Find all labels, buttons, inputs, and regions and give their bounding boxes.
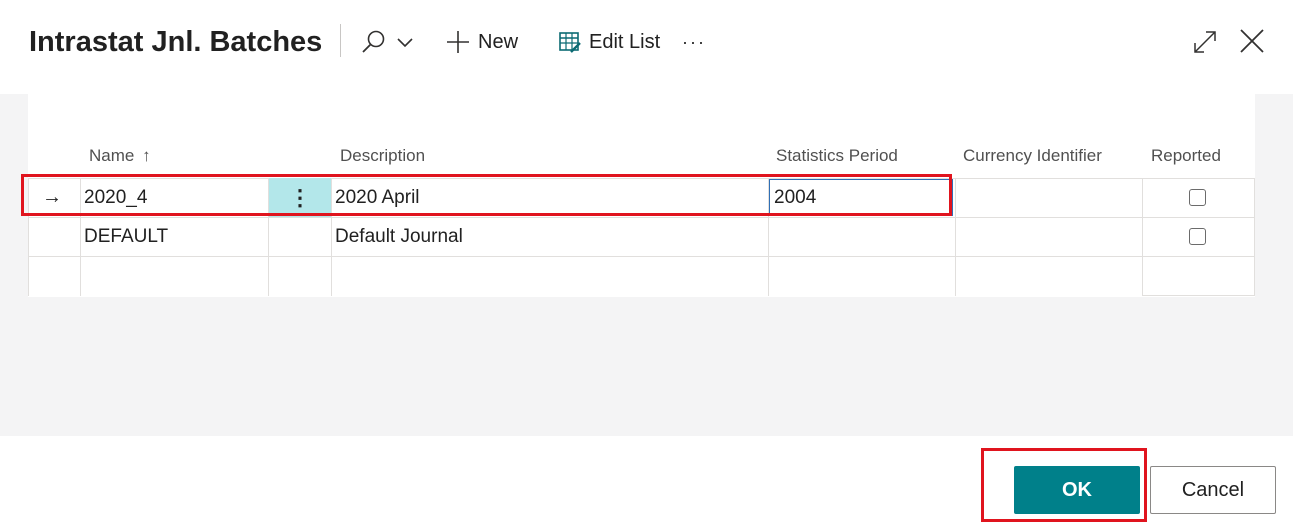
edit-list-button[interactable]: Edit List [559,28,660,56]
selected-row-highlight [21,174,952,216]
reported-checkbox[interactable] [1189,189,1206,206]
name-cell[interactable]: DEFAULT [84,217,264,256]
plus-icon [446,28,470,56]
header-divider [340,24,341,57]
expand-button[interactable] [1192,28,1218,56]
column-header-name-label: Name [89,146,135,165]
content-area: Name ↑ Description Statistics Period Cur… [0,94,1293,436]
chevron-down-icon [396,28,414,56]
column-header-statistics-period[interactable]: Statistics Period [776,146,898,166]
new-label: New [478,30,519,53]
ok-button-highlight [981,448,1147,522]
grid-line [1142,295,1255,296]
new-button[interactable]: New [446,28,518,56]
search-button[interactable] [360,28,414,56]
reported-checkbox[interactable] [1189,228,1206,245]
column-header-name[interactable]: Name ↑ [89,146,151,166]
close-icon [1238,27,1266,55]
statistics-period-cell[interactable] [774,217,952,256]
more-options-button[interactable]: ··· [682,28,706,56]
table-row[interactable]: DEFAULT Default Journal [28,217,1255,256]
currency-identifier-cell[interactable] [959,217,1139,256]
sort-ascending-icon: ↑ [142,146,151,165]
column-header-description[interactable]: Description [340,146,425,166]
description-cell[interactable]: Default Journal [335,217,765,256]
column-header-currency-identifier[interactable]: Currency Identifier [963,146,1102,166]
edit-list-icon [559,28,581,56]
column-header-reported[interactable]: Reported [1151,146,1221,166]
cancel-button[interactable]: Cancel [1150,466,1276,514]
search-icon [360,28,388,56]
expand-icon [1192,29,1218,55]
table-row-empty[interactable] [28,256,1255,295]
page-header: Intrastat Jnl. Batches New Edit List ··· [0,0,1293,94]
currency-identifier-cell[interactable] [959,178,1139,217]
more-icon: ··· [682,31,706,52]
page-title: Intrastat Jnl. Batches [29,26,323,58]
close-button[interactable] [1238,27,1266,55]
edit-list-label: Edit List [589,30,661,53]
